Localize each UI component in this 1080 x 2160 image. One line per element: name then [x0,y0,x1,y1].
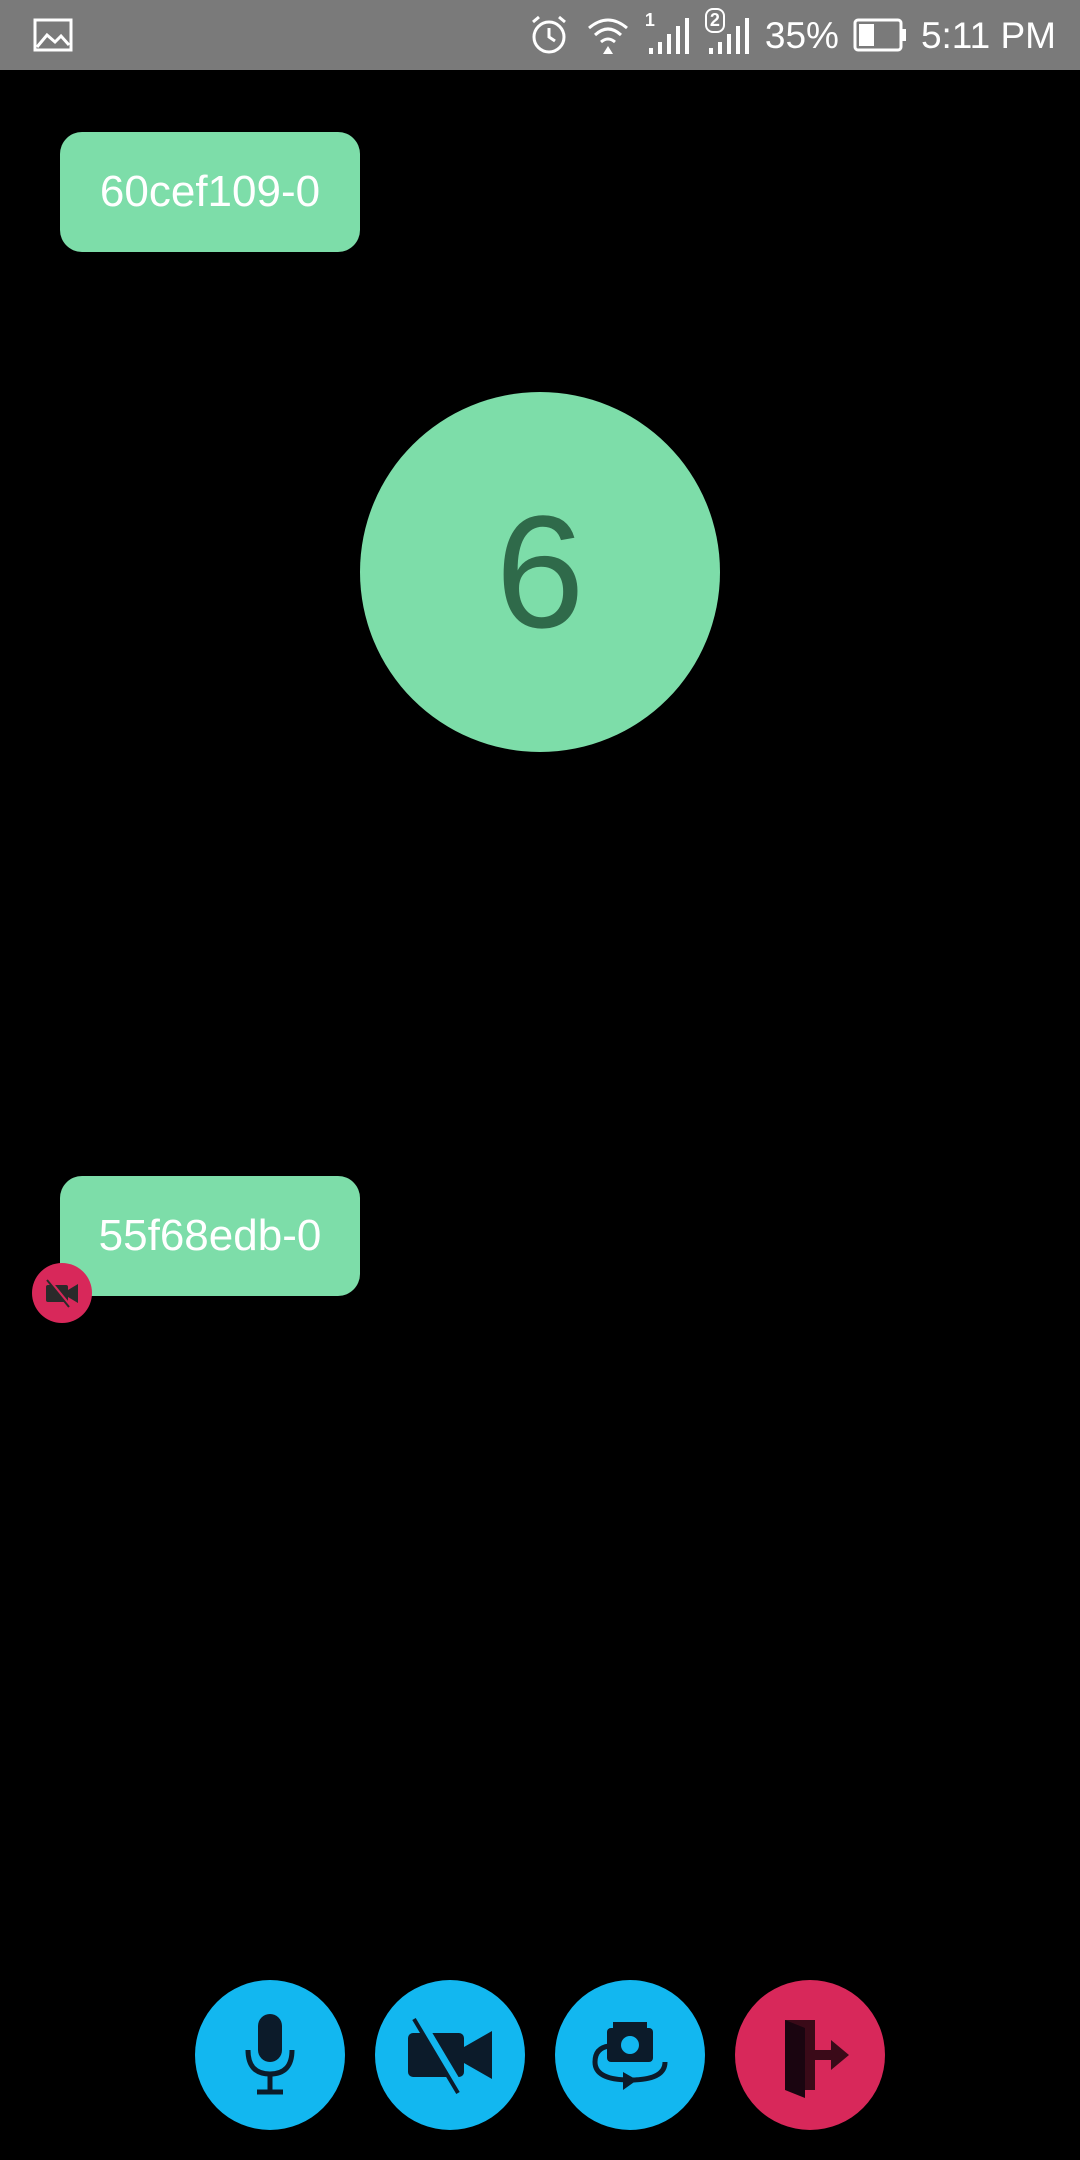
sim1-label: 1 [644,10,655,30]
video-off-icon [43,1278,81,1308]
alarm-icon [527,13,571,57]
toggle-video-button[interactable] [375,1980,525,2130]
signal-sim1-icon: 1 [644,10,691,58]
leave-call-icon [765,2010,855,2100]
leave-call-button[interactable] [735,1980,885,2130]
participant-name: 60cef109-0 [99,167,321,216]
switch-camera-button[interactable] [555,1980,705,2130]
participant-name: 55f68edb-0 [98,1211,322,1260]
mute-button[interactable] [195,1980,345,2130]
status-icons: 1 2 35% 5:11 PM [527,0,1056,70]
signal-sim2-icon: 2 [704,8,751,58]
video-off-icon [402,2015,498,2095]
call-screen: 1 2 35% 5:11 PM 60cef109-0 6 55f68edb-0 [0,0,1080,2160]
camera-off-badge [32,1263,92,1323]
participant-tile[interactable]: 60cef109-0 [60,132,360,252]
switch-camera-icon [585,2010,675,2100]
participant-count: 6 [495,482,585,661]
status-bar: 1 2 35% 5:11 PM [0,0,1080,70]
sim2-label: 2 [704,8,725,33]
participant-tile[interactable]: 55f68edb-0 [60,1176,360,1296]
wifi-icon [585,12,631,58]
gallery-icon [33,17,73,53]
battery-icon [853,17,907,53]
microphone-icon [235,2010,305,2100]
battery-percent: 35% [764,14,839,56]
clock: 5:11 PM [920,14,1056,56]
call-controls [0,1980,1080,2130]
participant-count-circle: 6 [360,392,720,752]
